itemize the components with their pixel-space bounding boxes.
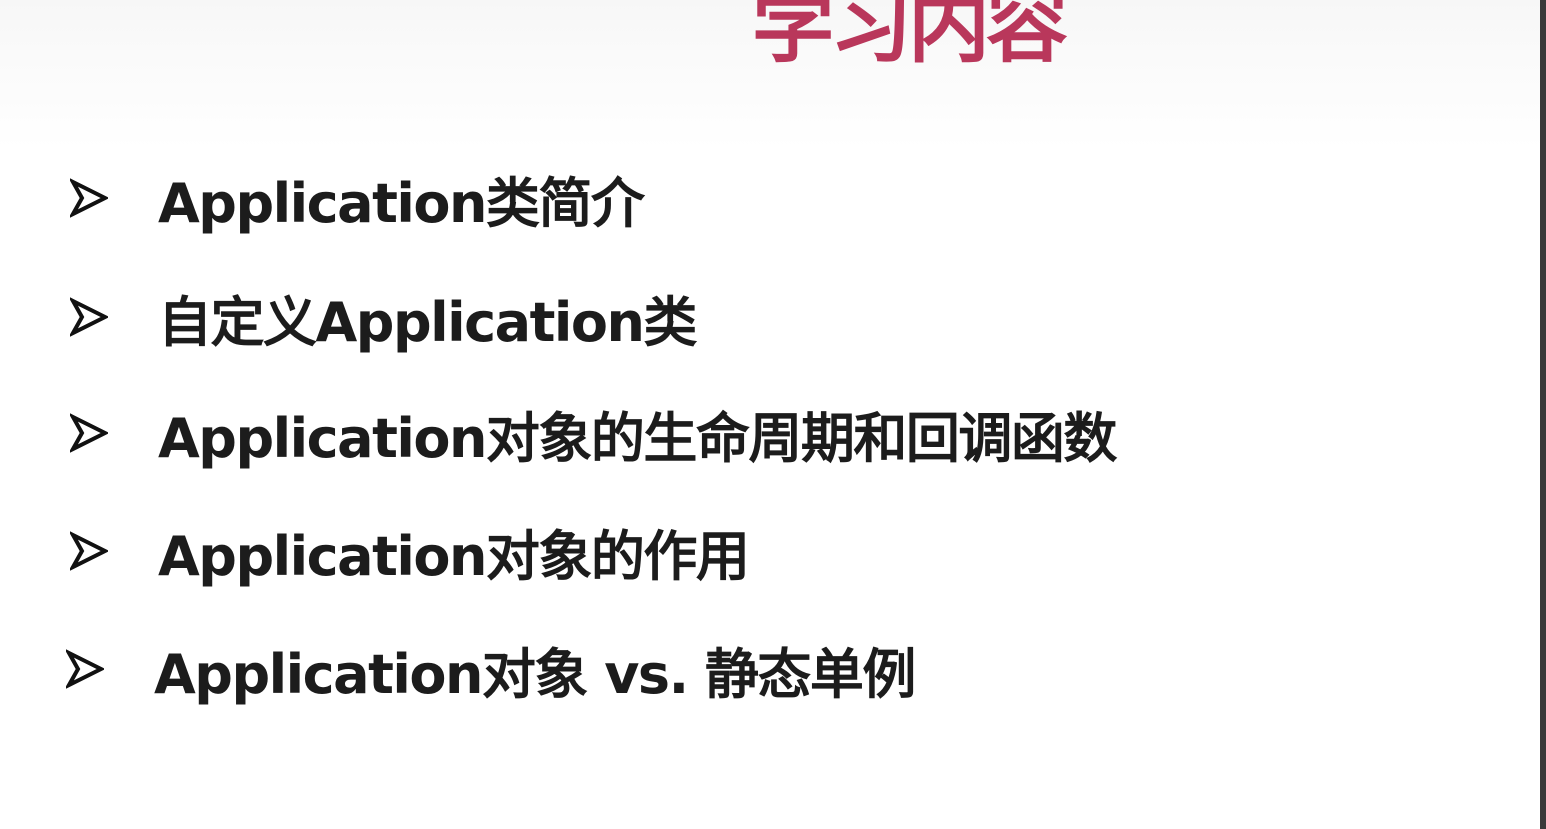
slide: 学习内容 Application类简介 自定义Application类 Appl… [0,0,1546,829]
arrowhead-bullet-icon [70,531,108,571]
arrowhead-bullet-icon [66,649,104,689]
bullet-item-4: Application对象的作用 [70,519,750,588]
arrowhead-bullet-icon [70,297,108,337]
bullet-item-2: 自定义Application类 [70,285,697,354]
bullet-text: Application对象的作用 [158,524,750,588]
bullet-text: Application对象的生命周期和回调函数 [158,406,1117,470]
arrowhead-bullet-icon [70,413,108,453]
slide-title: 学习内容 [752,0,1068,74]
bullet-item-3: Application对象的生命周期和回调函数 [70,401,1117,470]
bullet-text: 自定义Application类 [158,290,697,354]
bullet-text: Application类简介 [158,171,645,235]
arrowhead-bullet-icon [70,178,108,218]
window-edge [1540,0,1546,829]
bullet-item-5: Application对象 vs. 静态单例 [66,637,916,706]
bullet-text: Application对象 vs. 静态单例 [154,642,916,706]
bullet-item-1: Application类简介 [70,166,645,235]
